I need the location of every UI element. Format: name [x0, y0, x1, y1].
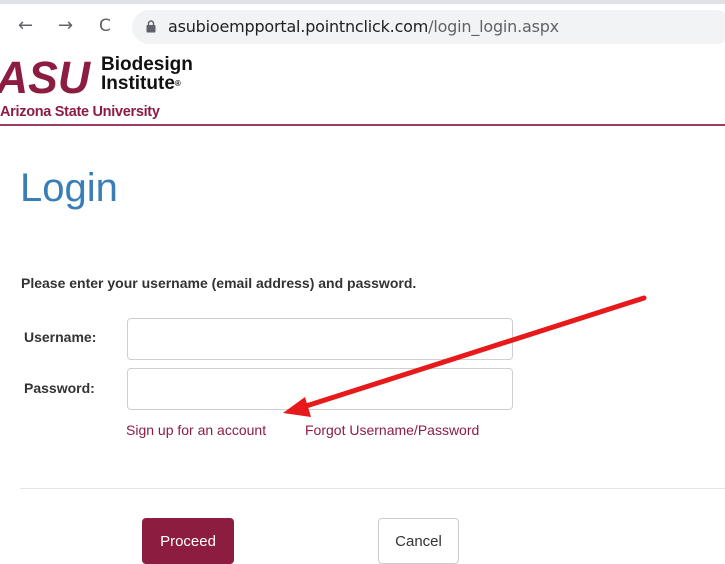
logo-institute-word: Institute	[101, 73, 175, 94]
username-input[interactable]	[127, 318, 513, 360]
asu-logo-mark: ASU	[0, 57, 91, 97]
registered-mark: ®	[174, 79, 181, 88]
sign-up-link[interactable]: Sign up for an account	[126, 422, 266, 438]
forgot-credentials-link[interactable]: Forgot Username/Password	[305, 422, 479, 438]
proceed-button[interactable]: Proceed	[142, 518, 234, 564]
page-title: Login	[20, 166, 118, 210]
logo-biodesign-text: Biodesign	[101, 54, 193, 75]
password-label: Password:	[24, 380, 95, 396]
lock-icon	[146, 20, 156, 33]
back-icon[interactable]: ←	[18, 16, 33, 36]
username-label: Username:	[24, 329, 97, 345]
reload-icon[interactable]: C	[99, 16, 111, 36]
form-divider	[20, 488, 725, 489]
header-divider	[0, 124, 725, 126]
cancel-button[interactable]: Cancel	[378, 518, 459, 564]
login-instructions: Please enter your username (email addres…	[21, 275, 417, 291]
tab-strip-edge	[0, 0, 725, 4]
url-domain: asubioempportal.pointnclick.com	[168, 17, 429, 36]
forward-icon[interactable]: →	[58, 16, 73, 36]
asu-logo: ASU	[0, 57, 91, 97]
browser-toolbar: ← → C asubioempportal.pointnclick.com/lo…	[0, 0, 725, 52]
address-url[interactable]: asubioempportal.pointnclick.com/login_lo…	[168, 17, 559, 36]
university-name: Arizona State University	[0, 104, 160, 120]
password-input[interactable]	[127, 368, 513, 410]
logo-institute-text: Institute®	[101, 74, 181, 94]
url-path: /login_login.aspx	[428, 17, 559, 36]
